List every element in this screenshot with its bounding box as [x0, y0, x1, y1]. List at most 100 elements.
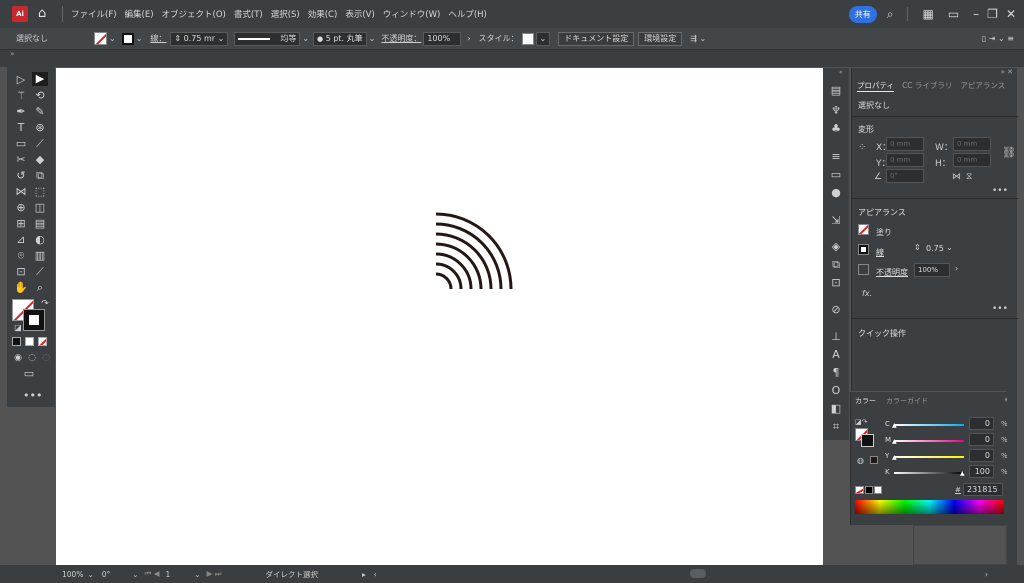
- libraries-icon[interactable]: ▤: [829, 84, 843, 98]
- slider-handle-icon[interactable]: ▲: [892, 422, 897, 429]
- black-swatch[interactable]: [865, 486, 873, 494]
- magic-wand-tool-icon[interactable]: ⚚: [13, 89, 29, 103]
- free-transform-tool-icon[interactable]: ⬚: [32, 185, 48, 199]
- mesh-tool-icon[interactable]: ⊞: [13, 217, 29, 231]
- graph-tool-icon[interactable]: ▥: [32, 249, 48, 263]
- y-input[interactable]: 0: [969, 449, 994, 462]
- tab-cc-libraries[interactable]: CC ライブラリ: [902, 80, 952, 92]
- chevron-right-icon[interactable]: ›: [467, 34, 470, 43]
- arrange-icon[interactable]: ⇶ ⌄: [690, 34, 706, 43]
- touch-type-tool-icon[interactable]: ⊛: [32, 121, 48, 135]
- slider-handle-icon[interactable]: ▲: [892, 438, 897, 445]
- slice-tool-icon[interactable]: ⟋: [32, 265, 48, 279]
- stepper-icon[interactable]: ⇕: [914, 243, 921, 252]
- selection-tool-icon[interactable]: ▷: [13, 73, 29, 87]
- eyedropper-tool-icon[interactable]: ⊿: [13, 233, 29, 247]
- artwork-arcs[interactable]: [56, 68, 823, 565]
- dock-scrollbar[interactable]: [1007, 391, 1017, 565]
- stepper-icon[interactable]: ⇕: [174, 34, 181, 43]
- home-icon[interactable]: ⌂: [38, 7, 52, 21]
- none-swatch[interactable]: [855, 486, 864, 494]
- m-input[interactable]: 0: [969, 433, 994, 446]
- gradient-tool-icon[interactable]: ▤: [32, 217, 48, 231]
- gradient-mode-icon[interactable]: [25, 337, 34, 346]
- links-icon[interactable]: ⊘: [829, 303, 843, 317]
- stroke-profile-dropdown[interactable]: 均等: [234, 31, 301, 46]
- export-icon[interactable]: ⇲: [829, 214, 843, 228]
- artboard-number[interactable]: 1: [165, 570, 170, 579]
- more-options-icon[interactable]: •••: [992, 304, 1008, 314]
- menu-object[interactable]: オブジェクト(O): [162, 8, 226, 20]
- chevron-down-icon[interactable]: ⌄: [109, 34, 116, 43]
- chevron-down-icon[interactable]: ⌄: [87, 570, 93, 579]
- preferences-button[interactable]: 環境設定: [638, 31, 683, 46]
- y-input[interactable]: 0 mm: [886, 153, 924, 167]
- opentype-icon[interactable]: O: [829, 384, 843, 398]
- gamut-swatch[interactable]: [870, 456, 878, 464]
- color-spectrum[interactable]: [855, 500, 1004, 514]
- tab-color[interactable]: カラー: [855, 396, 876, 406]
- c-input[interactable]: 0: [969, 417, 994, 430]
- shaper-tool-icon[interactable]: ✂: [13, 153, 29, 167]
- chevron-down-icon[interactable]: ⌄: [136, 34, 143, 43]
- document-setup-button[interactable]: ドキュメント設定: [558, 31, 635, 46]
- chevron-right-icon[interactable]: ›: [955, 264, 958, 273]
- stroke-label[interactable]: 線：: [150, 33, 166, 44]
- opacity-field[interactable]: 100%: [423, 31, 462, 46]
- shape-builder-tool-icon[interactable]: ⊕: [13, 201, 29, 215]
- slider-handle-icon[interactable]: ▲: [960, 470, 965, 477]
- hex-input[interactable]: 231815: [963, 483, 1003, 496]
- stroke-weight-field[interactable]: ⇕ 0.75 mr ⌄: [170, 31, 229, 46]
- stroke-swatch[interactable]: [861, 434, 874, 447]
- edit-toolbar-icon[interactable]: •••: [23, 389, 42, 403]
- transparency-panel-icon[interactable]: ●: [829, 186, 843, 200]
- share-button[interactable]: 共有: [848, 5, 877, 23]
- fill-none-swatch[interactable]: [94, 32, 107, 45]
- more-options-icon[interactable]: •••: [992, 186, 1008, 196]
- opacity-label[interactable]: 不透明度: [876, 267, 908, 278]
- search-icon[interactable]: ⌕: [887, 7, 894, 22]
- x-input[interactable]: 0 mm: [886, 137, 924, 151]
- stroke-swatch[interactable]: [121, 32, 134, 45]
- symbols-icon[interactable]: ♣: [829, 122, 843, 136]
- character-icon[interactable]: A: [829, 348, 843, 362]
- minimize-icon[interactable]: –: [973, 7, 979, 21]
- rotate-tool-icon[interactable]: ↺: [13, 169, 29, 183]
- width-tool-icon[interactable]: ⋈: [13, 185, 29, 199]
- rectangle-tool-icon[interactable]: ▭: [13, 137, 29, 151]
- h-input[interactable]: 0 mm: [953, 153, 991, 167]
- paintbrush-tool-icon[interactable]: ⟋: [32, 137, 48, 151]
- none-mode-icon[interactable]: [38, 337, 47, 346]
- align-icon[interactable]: ⊥: [829, 330, 843, 344]
- close-panel-icon[interactable]: » ✕: [1001, 68, 1013, 76]
- m-slider[interactable]: [894, 440, 964, 442]
- chevron-down-icon[interactable]: ⌄: [369, 34, 376, 43]
- stroke-swatch[interactable]: [858, 244, 869, 255]
- constrain-proportions-icon[interactable]: ⛓: [1002, 146, 1016, 159]
- stroke-swatch[interactable]: [23, 309, 45, 331]
- chevron-down-icon[interactable]: ⌄: [946, 243, 953, 252]
- gradient-panel-icon[interactable]: ▭: [829, 168, 843, 182]
- chevron-down-icon[interactable]: ⌄: [194, 570, 200, 579]
- artboards-icon[interactable]: ⊡: [829, 276, 843, 290]
- pen-tool-icon[interactable]: ✒: [13, 105, 29, 119]
- menu-type[interactable]: 書式(T): [234, 8, 263, 20]
- workspace-switcher-icon[interactable]: ▦: [922, 7, 933, 21]
- scroll-left-icon[interactable]: ‹: [374, 570, 377, 579]
- artboard-canvas[interactable]: [56, 68, 823, 565]
- zoom-level[interactable]: 100%: [62, 570, 83, 579]
- scale-tool-icon[interactable]: ⧉: [32, 169, 48, 183]
- menu-file[interactable]: ファイル(F): [71, 8, 117, 20]
- type-tool-icon[interactable]: T: [13, 121, 29, 135]
- artboard-tool-icon[interactable]: ⊡: [13, 265, 29, 279]
- eraser-tool-icon[interactable]: ◆: [32, 153, 48, 167]
- white-swatch[interactable]: [874, 486, 882, 494]
- menu-help[interactable]: ヘルプ(H): [448, 8, 487, 20]
- blend-tool-icon[interactable]: ◐: [32, 233, 48, 247]
- stroke-label[interactable]: 線: [876, 247, 884, 258]
- lasso-tool-icon[interactable]: ⟲: [32, 89, 48, 103]
- opacity-label[interactable]: 不透明度：: [381, 33, 421, 44]
- chevron-right-icon[interactable]: ▸: [362, 570, 366, 579]
- asset-export-icon[interactable]: ⧉: [829, 258, 843, 272]
- brushes-icon[interactable]: ♆: [829, 104, 843, 118]
